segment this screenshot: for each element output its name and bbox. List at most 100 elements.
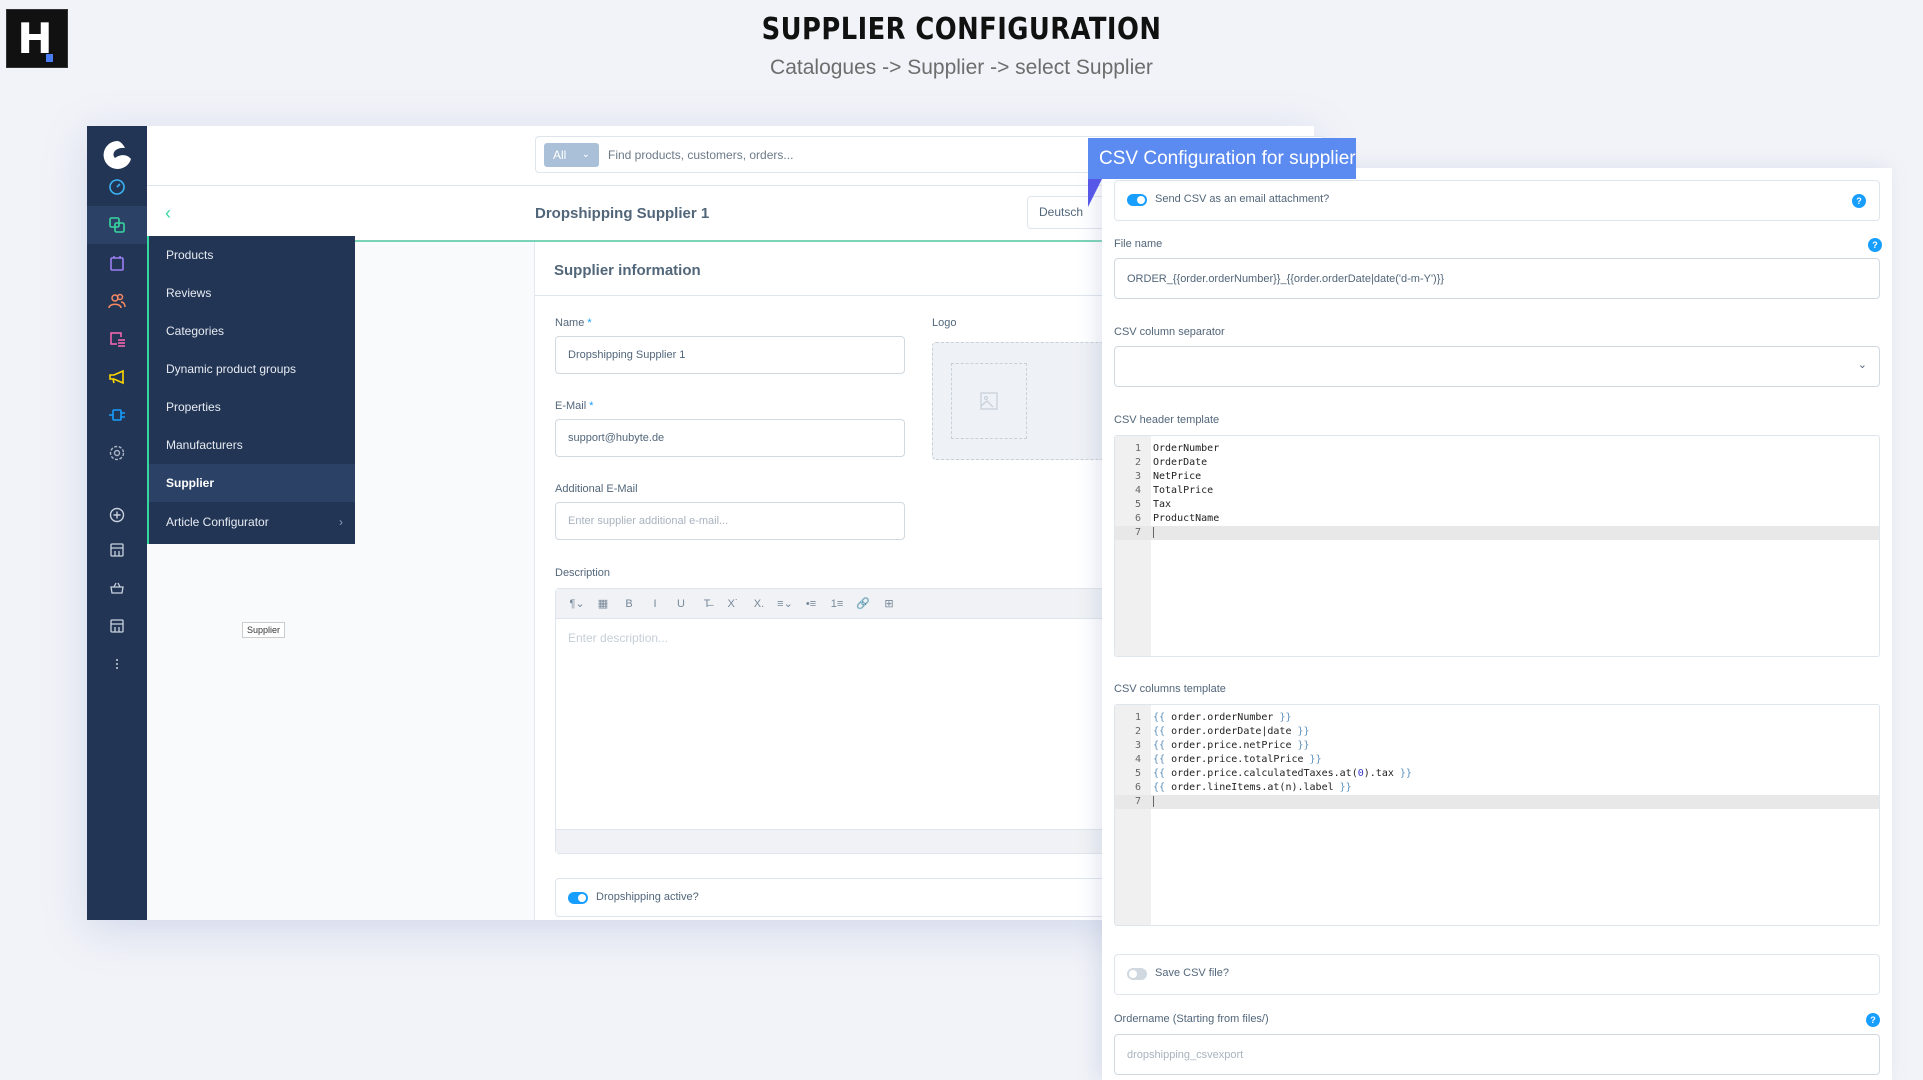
code-line: 3 {{ order.price.netPrice }}: [1115, 739, 1879, 753]
help-icon[interactable]: ?: [1866, 1013, 1880, 1027]
italic-button[interactable]: I: [642, 598, 668, 610]
search-scope-label: All: [553, 148, 567, 162]
settings-icon[interactable]: [87, 434, 147, 472]
additional-email-label: Additional E-Mail: [555, 483, 638, 495]
catalogues-flyout-menu: Products Reviews Categories Dynamic prod…: [147, 236, 355, 638]
columns-template-label: CSV columns template: [1114, 683, 1226, 695]
code-line: 7: [1115, 795, 1879, 809]
separator-select[interactable]: ⌄: [1114, 346, 1880, 387]
email-input[interactable]: [555, 419, 905, 457]
storefront-icon[interactable]: [87, 531, 147, 569]
send-attachment-toggle[interactable]: [1127, 194, 1147, 206]
line-number: 2: [1134, 726, 1141, 737]
flyout-item-products[interactable]: Products: [149, 236, 355, 274]
code-text: {{ order.orderDate|date }}: [1153, 726, 1310, 737]
line-number: 6: [1134, 513, 1141, 524]
search-scope-dropdown[interactable]: All ⌄: [544, 143, 599, 167]
banner-tail: [1088, 179, 1102, 207]
line-number: 4: [1134, 754, 1141, 765]
description-label: Description: [555, 567, 611, 579]
extensions-icon[interactable]: [87, 396, 147, 434]
dashboard-icon[interactable]: [87, 168, 147, 206]
paragraph-format-button[interactable]: ¶⌄: [564, 597, 590, 610]
file-name-label: File name: [1114, 238, 1163, 250]
code-line: 5 {{ order.price.calculatedTaxes.at(0).ta…: [1115, 767, 1879, 781]
superscript-button[interactable]: X˙: [720, 598, 746, 610]
text-cursor: [1153, 795, 1154, 807]
code-text: Tax: [1153, 499, 1172, 510]
columns-template-editor[interactable]: 1 {{ order.orderNumber }} 2 {{ order.orderD…: [1114, 704, 1880, 926]
table-button[interactable]: ⊞: [876, 597, 902, 610]
flyout-item-categories[interactable]: Categories: [149, 312, 355, 350]
code-text: OrderDate: [1153, 457, 1208, 468]
catalogues-icon[interactable]: [87, 206, 147, 244]
name-input[interactable]: [555, 336, 905, 374]
ordername-label: Ordername (Starting from files/): [1114, 1013, 1269, 1025]
text-cursor: [1153, 526, 1154, 538]
subscript-button[interactable]: X.: [746, 598, 772, 610]
flyout-item-dynamic-product-groups[interactable]: Dynamic product groups: [149, 350, 355, 388]
content-icon[interactable]: [87, 320, 147, 358]
ordername-input[interactable]: [1114, 1034, 1880, 1075]
help-icon[interactable]: ?: [1868, 238, 1882, 252]
ordered-list-button[interactable]: 1≡: [824, 598, 850, 610]
storefront-2-icon[interactable]: [87, 607, 147, 645]
name-label: Name *: [555, 317, 592, 329]
customers-icon[interactable]: [87, 282, 147, 320]
strikethrough-button[interactable]: T̶: [694, 598, 720, 610]
code-line: 6 ProductName: [1115, 512, 1879, 526]
line-number: 2: [1134, 457, 1141, 468]
csv-configuration-panel: Send CSV as an email attachment? ? File …: [1102, 168, 1892, 1080]
flyout-item-manufacturers[interactable]: Manufacturers: [149, 426, 355, 464]
unordered-list-button[interactable]: •≡: [798, 598, 824, 610]
headless-icon[interactable]: [87, 569, 147, 607]
code-line: 4 TotalPrice: [1115, 484, 1879, 498]
line-number: 5: [1134, 499, 1141, 510]
additional-email-input[interactable]: [555, 502, 905, 540]
dropshipping-active-toggle[interactable]: [568, 892, 588, 904]
code-text: {{ order.lineItems.at(n).label }}: [1153, 782, 1352, 793]
flyout-item-supplier[interactable]: Supplier: [149, 464, 355, 502]
flyout-item-label: Article Configurator: [166, 515, 269, 529]
email-label-text: E-Mail: [555, 400, 587, 412]
more-icon[interactable]: [87, 645, 147, 683]
add-sales-channel-icon[interactable]: [87, 496, 147, 534]
flyout-item-reviews[interactable]: Reviews: [149, 274, 355, 312]
help-icon[interactable]: ?: [1852, 194, 1866, 208]
line-number: 7: [1134, 527, 1141, 538]
code-text: [1153, 795, 1154, 809]
line-number: 5: [1134, 768, 1141, 779]
page-subtitle: Catalogues -> Supplier -> select Supplie…: [770, 56, 1153, 79]
shopware-logo-icon[interactable]: [101, 139, 133, 171]
code-line: 6 {{ order.lineItems.at(n).label }}: [1115, 781, 1879, 795]
image-placeholder-icon: [980, 392, 998, 410]
send-attachment-field: Send CSV as an email attachment? ?: [1114, 180, 1880, 221]
send-attachment-label: Send CSV as an email attachment?: [1155, 193, 1330, 205]
line-number: 3: [1134, 471, 1141, 482]
separator-label: CSV column separator: [1114, 326, 1225, 338]
marketing-icon[interactable]: [87, 358, 147, 396]
csv-config-banner: CSV Configuration for supplier: [1088, 138, 1356, 179]
flyout-item-article-configurator[interactable]: Article Configurator ›: [149, 503, 355, 541]
orders-icon[interactable]: [87, 244, 147, 282]
file-name-input[interactable]: [1114, 258, 1880, 299]
color-button[interactable]: ▦: [590, 597, 616, 610]
line-number: 4: [1134, 485, 1141, 496]
underline-button[interactable]: U: [668, 598, 694, 610]
required-mark: *: [587, 317, 592, 329]
code-text: {{ order.orderNumber }}: [1153, 712, 1292, 723]
back-arrow-icon[interactable]: ‹: [165, 203, 171, 224]
save-csv-label: Save CSV file?: [1155, 967, 1229, 979]
line-number: 6: [1134, 782, 1141, 793]
code-text: {{ order.price.netPrice }}: [1153, 740, 1310, 751]
link-button[interactable]: 🔗: [850, 597, 876, 610]
flyout-item-properties[interactable]: Properties: [149, 388, 355, 426]
bold-button[interactable]: B: [616, 598, 642, 610]
save-csv-toggle[interactable]: [1127, 968, 1147, 980]
code-line: 1 OrderNumber: [1115, 442, 1879, 456]
header-template-editor[interactable]: 1 OrderNumber 2 OrderDate 3 NetPrice 4 TotalPri…: [1114, 435, 1880, 657]
chevron-down-icon: ⌄: [1857, 359, 1867, 371]
code-text: TotalPrice: [1153, 485, 1214, 496]
align-button[interactable]: ≡⌄: [772, 597, 798, 610]
chevron-down-icon: ⌄: [581, 149, 590, 160]
